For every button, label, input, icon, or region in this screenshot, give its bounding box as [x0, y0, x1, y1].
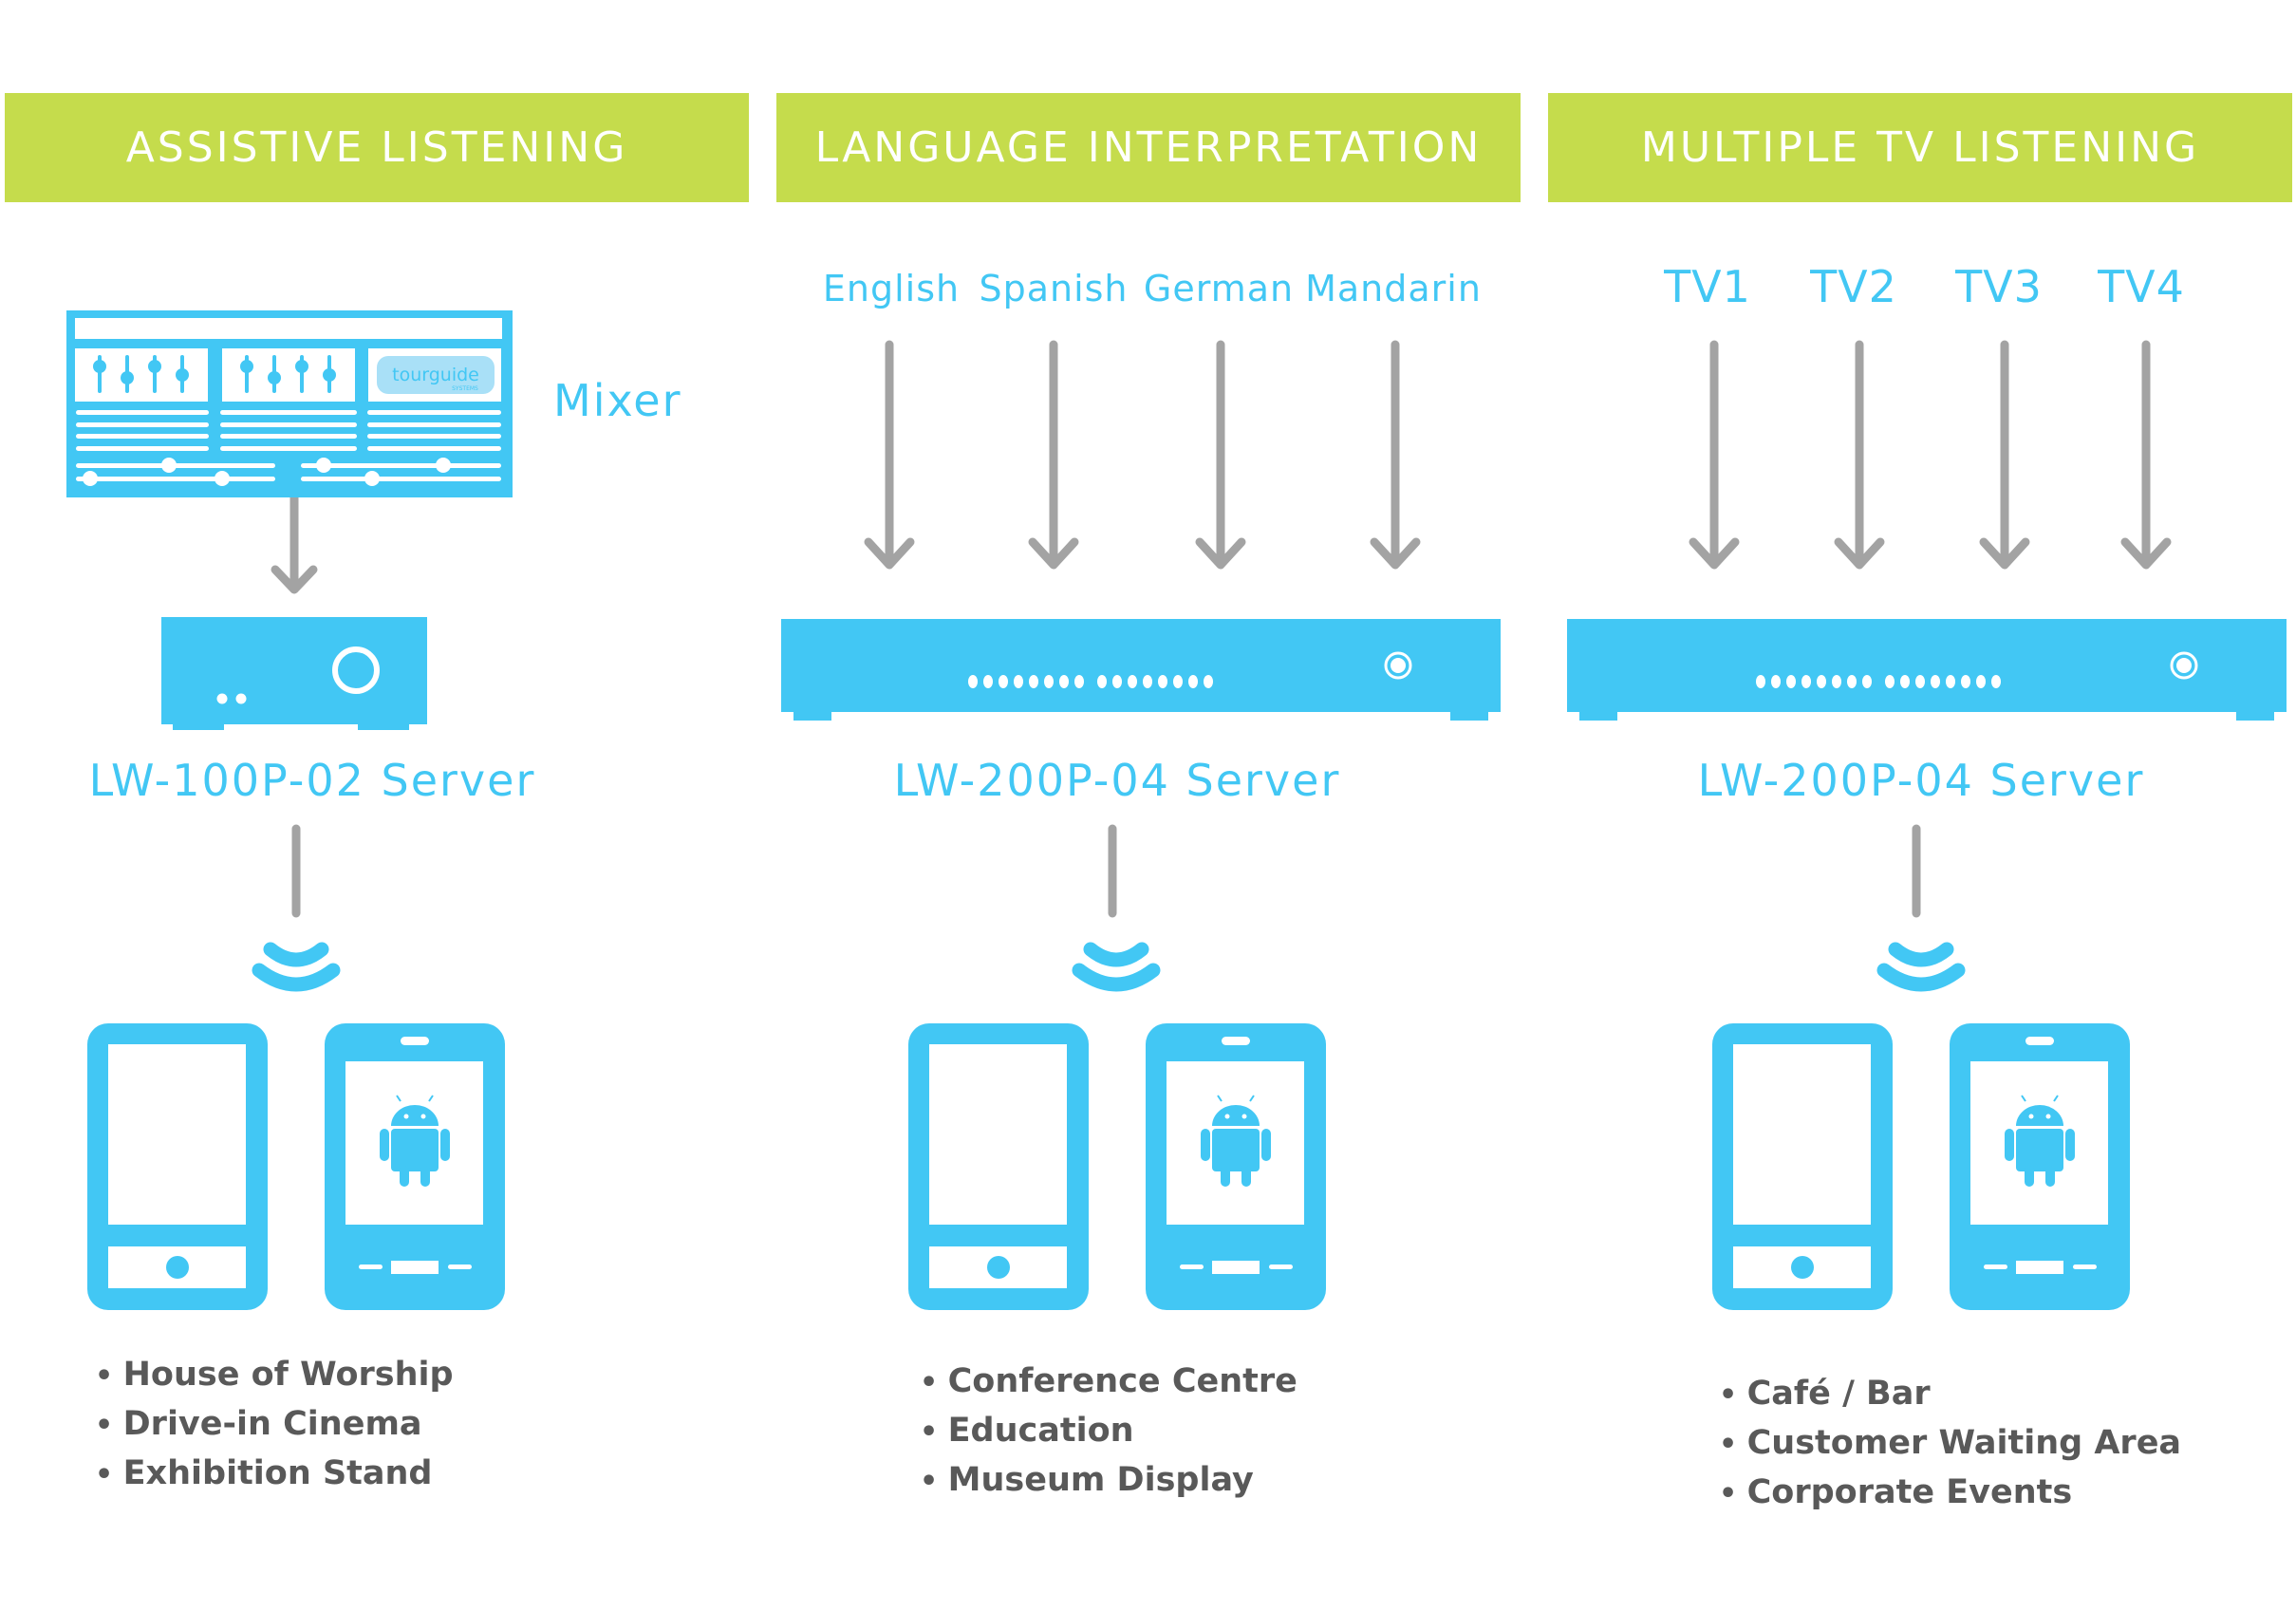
- android-phone-icon: [1145, 1022, 1327, 1311]
- use-case-list: Café / Bar Customer Waiting Area Corpora…: [1719, 1370, 2181, 1518]
- use-case-item: Corporate Events: [1719, 1469, 2181, 1518]
- mixer-logo-text: tourguide: [392, 365, 479, 385]
- arrow-down-icon: [1033, 345, 1074, 565]
- arrow-down-icon: [1693, 345, 1735, 565]
- use-case-item: Conference Centre: [920, 1358, 1297, 1407]
- use-case-item: House of Worship: [95, 1351, 454, 1400]
- use-case-list: House of Worship Drive-in Cinema Exhibit…: [95, 1351, 454, 1499]
- iphone-icon: [908, 1023, 1089, 1310]
- use-case-item: Café / Bar: [1719, 1370, 2181, 1419]
- mixer-logo-sub: SYSTEMS: [452, 385, 478, 392]
- arrow-down-icon: [2125, 345, 2167, 565]
- server-wide-icon: [1565, 617, 2288, 722]
- server-small-icon: [161, 617, 427, 730]
- arrow-down-icon: [1200, 345, 1241, 565]
- server-wide-icon: [779, 617, 1503, 722]
- arrow-down-icon: [1374, 345, 1416, 565]
- use-case-item: Drive-in Cinema: [95, 1400, 454, 1450]
- arrow-mixer-to-server: [271, 497, 318, 594]
- arrow-down-icon: [1984, 345, 2025, 565]
- use-case-item: Customer Waiting Area: [1719, 1419, 2181, 1469]
- iphone-icon: [1712, 1023, 1893, 1310]
- wifi-signal-icon: [1884, 949, 1958, 984]
- use-case-item: Education: [920, 1407, 1297, 1456]
- arrow-down-icon: [868, 345, 910, 565]
- android-phone-icon: [324, 1022, 506, 1311]
- use-case-list: Conference Centre Education Museum Displ…: [920, 1358, 1297, 1506]
- android-phone-icon: [1949, 1022, 2131, 1311]
- arrow-down-icon: [1839, 345, 1880, 565]
- use-case-item: Museum Display: [920, 1456, 1297, 1506]
- wifi-signal-icon: [1079, 949, 1153, 984]
- use-case-item: Exhibition Stand: [95, 1450, 454, 1499]
- iphone-icon: [87, 1023, 268, 1310]
- wifi-signal-icon: [259, 949, 333, 984]
- mixer-icon: tourguide SYSTEMS: [66, 310, 513, 497]
